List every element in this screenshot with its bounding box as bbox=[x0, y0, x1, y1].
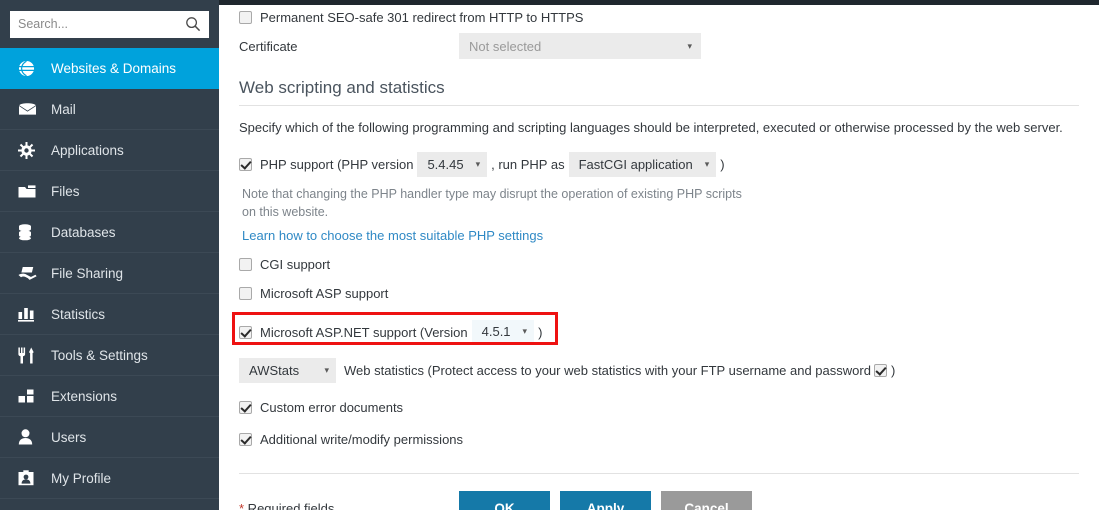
cgi-support-label: CGI support bbox=[260, 257, 330, 272]
database-icon bbox=[18, 223, 40, 241]
web-statistics-engine-select[interactable]: AWStats ▾ bbox=[239, 358, 336, 383]
sidebar-item-databases[interactable]: Databases bbox=[0, 212, 219, 253]
aspnet-version-value: 4.5.1 bbox=[482, 324, 511, 339]
sidebar-item-label: Extensions bbox=[51, 389, 117, 404]
sidebar-item-applications[interactable]: Applications bbox=[0, 130, 219, 171]
sidebar-item-extensions[interactable]: Extensions bbox=[0, 376, 219, 417]
aspnet-support-row: Microsoft ASP.NET support (Version 4.5.1… bbox=[239, 320, 1079, 344]
aspnet-support-label: Microsoft ASP.NET support (Version bbox=[260, 325, 468, 340]
sidebar-item-label: Tools & Settings bbox=[51, 348, 148, 363]
envelope-icon bbox=[18, 100, 40, 118]
cgi-support-checkbox[interactable] bbox=[239, 258, 252, 271]
sidebar-item-label: Mail bbox=[51, 102, 76, 117]
aspnet-version-select[interactable]: 4.5.1 ▾ bbox=[472, 320, 534, 345]
sidebar-item-websites-domains[interactable]: Websites & Domains bbox=[0, 48, 219, 89]
php-label-suffix: ) bbox=[720, 157, 724, 172]
chevron-down-icon: ▾ bbox=[523, 327, 528, 336]
additional-permissions-label: Additional write/modify permissions bbox=[260, 432, 463, 447]
cancel-button[interactable]: Cancel bbox=[661, 491, 752, 510]
chevron-down-icon: ▾ bbox=[705, 160, 710, 169]
user-icon bbox=[18, 428, 40, 446]
web-statistics-row: AWStats ▾ Web statistics (Protect access… bbox=[239, 357, 1079, 383]
certificate-select[interactable]: Not selected ▾ bbox=[459, 33, 701, 59]
custom-error-documents-row: Custom error documents bbox=[239, 397, 1079, 417]
php-version-value: 5.4.45 bbox=[427, 157, 463, 172]
sidebar-item-label: Users bbox=[51, 430, 86, 445]
web-statistics-text-suffix: ) bbox=[891, 363, 895, 378]
form-footer: * Required fields OK Apply Cancel bbox=[239, 491, 1079, 510]
chevron-down-icon: ▾ bbox=[687, 42, 692, 51]
custom-error-documents-checkbox[interactable] bbox=[239, 401, 252, 414]
section-heading: Web scripting and statistics bbox=[239, 78, 1079, 106]
ok-button[interactable]: OK bbox=[459, 491, 550, 510]
sidebar: Websites & Domains Mail bbox=[0, 0, 219, 510]
certificate-label: Certificate bbox=[239, 39, 459, 54]
footer-divider bbox=[239, 473, 1079, 474]
required-fields-text: Required fields bbox=[244, 501, 334, 510]
file-sharing-icon bbox=[18, 264, 40, 282]
cgi-support-row: CGI support bbox=[239, 254, 1079, 274]
folder-icon bbox=[18, 182, 40, 200]
web-statistics-protect-checkbox[interactable] bbox=[874, 364, 887, 377]
seo-redirect-checkbox[interactable] bbox=[239, 11, 252, 24]
aspnet-label-suffix: ) bbox=[538, 325, 542, 340]
additional-permissions-row: Additional write/modify permissions bbox=[239, 429, 1079, 449]
sidebar-search-area bbox=[0, 0, 219, 48]
certificate-row: Certificate Not selected ▾ bbox=[239, 26, 1079, 66]
id-card-icon bbox=[18, 469, 40, 487]
sidebar-item-label: Websites & Domains bbox=[51, 61, 176, 76]
sidebar-item-label: My Profile bbox=[51, 471, 111, 486]
certificate-selected-value: Not selected bbox=[469, 39, 541, 54]
web-statistics-engine-value: AWStats bbox=[249, 363, 299, 378]
sidebar-item-label: Databases bbox=[51, 225, 116, 240]
top-dark-strip bbox=[219, 0, 1099, 5]
required-fields-note: * Required fields bbox=[239, 501, 459, 510]
sidebar-item-my-profile[interactable]: My Profile bbox=[0, 458, 219, 499]
additional-permissions-checkbox[interactable] bbox=[239, 433, 252, 446]
asp-support-label: Microsoft ASP support bbox=[260, 286, 388, 301]
php-handler-note: Note that changing the PHP handler type … bbox=[242, 185, 742, 221]
sidebar-item-tools-settings[interactable]: Tools & Settings bbox=[0, 335, 219, 376]
php-version-select[interactable]: 5.4.45 ▾ bbox=[417, 152, 487, 177]
gear-icon bbox=[18, 141, 40, 159]
globe-icon bbox=[18, 59, 40, 77]
fork-wrench-icon bbox=[18, 346, 40, 364]
plesk-window: Websites & Domains Mail bbox=[0, 0, 1099, 510]
section-description: Specify which of the following programmi… bbox=[239, 119, 1067, 137]
sidebar-item-label: Applications bbox=[51, 143, 124, 158]
search-box[interactable] bbox=[10, 11, 209, 38]
php-support-checkbox[interactable] bbox=[239, 158, 252, 171]
sidebar-item-label: Files bbox=[51, 184, 80, 199]
web-statistics-text: Web statistics (Protect access to your w… bbox=[344, 363, 871, 378]
sidebar-item-label: File Sharing bbox=[51, 266, 123, 281]
search-input[interactable] bbox=[18, 17, 185, 31]
sidebar-item-statistics[interactable]: Statistics bbox=[0, 294, 219, 335]
asp-support-checkbox[interactable] bbox=[239, 287, 252, 300]
main-content: Permanent SEO-safe 301 redirect from HTT… bbox=[219, 0, 1099, 510]
apply-button[interactable]: Apply bbox=[560, 491, 651, 510]
chevron-down-icon: ▾ bbox=[324, 366, 329, 375]
php-handler-select[interactable]: FastCGI application ▾ bbox=[569, 152, 717, 177]
blocks-icon bbox=[18, 387, 40, 405]
sidebar-item-files[interactable]: Files bbox=[0, 171, 219, 212]
php-settings-help-link[interactable]: Learn how to choose the most suitable PH… bbox=[242, 228, 543, 243]
aspnet-support-checkbox[interactable] bbox=[239, 326, 252, 339]
sidebar-item-mail[interactable]: Mail bbox=[0, 89, 219, 130]
php-support-row: PHP support (PHP version 5.4.45 ▾ , run … bbox=[239, 152, 1079, 176]
chevron-down-icon: ▾ bbox=[476, 160, 481, 169]
seo-redirect-label: Permanent SEO-safe 301 redirect from HTT… bbox=[260, 10, 583, 25]
asp-support-row: Microsoft ASP support bbox=[239, 283, 1079, 303]
custom-error-documents-label: Custom error documents bbox=[260, 400, 403, 415]
php-handler-value: FastCGI application bbox=[579, 157, 693, 172]
php-run-as-text: , run PHP as bbox=[491, 157, 564, 172]
bar-chart-icon bbox=[18, 305, 40, 323]
sidebar-item-label: Statistics bbox=[51, 307, 105, 322]
sidebar-item-file-sharing[interactable]: File Sharing bbox=[0, 253, 219, 294]
php-support-label: PHP support (PHP version bbox=[260, 157, 413, 172]
search-icon bbox=[185, 16, 201, 32]
sidebar-item-users[interactable]: Users bbox=[0, 417, 219, 458]
